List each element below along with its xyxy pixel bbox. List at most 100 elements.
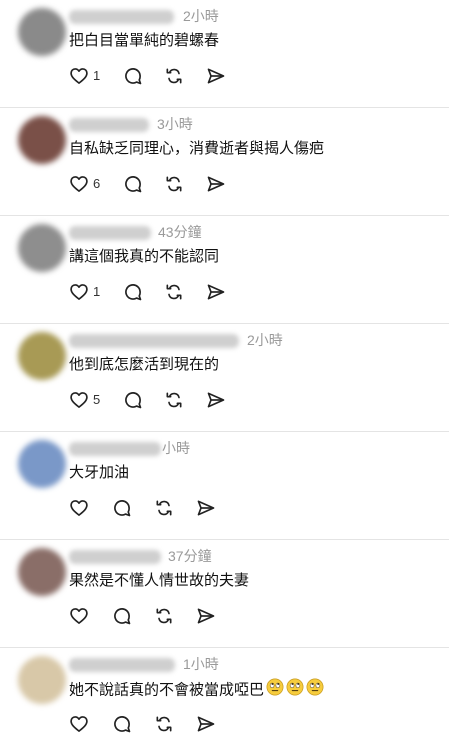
repost-icon bbox=[156, 716, 172, 732]
comment-bubble-icon bbox=[125, 284, 142, 301]
timestamp: 3小時 bbox=[157, 116, 193, 132]
repost-icon bbox=[156, 608, 172, 624]
comment-item: 1小時 她不說話真的不會被當成啞巴 bbox=[0, 648, 449, 756]
comment-item: 2小時 把白目當單純的碧螺春 1 bbox=[0, 0, 449, 108]
eye-roll-emoji bbox=[306, 678, 324, 703]
heart-icon bbox=[70, 68, 88, 84]
comment-bubble-icon bbox=[114, 716, 131, 733]
repost-button[interactable] bbox=[164, 388, 184, 412]
reply-button[interactable] bbox=[112, 604, 132, 628]
share-button[interactable] bbox=[196, 712, 216, 736]
avatar[interactable] bbox=[18, 8, 66, 56]
username-blurred[interactable] bbox=[69, 118, 149, 132]
avatar[interactable] bbox=[18, 116, 66, 164]
repost-icon bbox=[166, 392, 182, 408]
like-button[interactable]: 1 bbox=[69, 280, 100, 304]
comment-item: 小時 大牙加油 bbox=[0, 432, 449, 540]
like-count: 5 bbox=[93, 392, 101, 407]
username-blurred[interactable] bbox=[69, 334, 239, 348]
repost-icon bbox=[166, 68, 182, 84]
comment-item: 37分鐘 果然是不懂人情世故的夫妻 bbox=[0, 540, 449, 648]
share-button[interactable] bbox=[206, 172, 226, 196]
username-blurred[interactable] bbox=[69, 226, 151, 240]
comment-item: 2小時 他到底怎麼活到現在的 5 bbox=[0, 324, 449, 432]
comment-item: 3小時 自私缺乏同理心，消費逝者與揭人傷疤 6 bbox=[0, 108, 449, 216]
share-button[interactable] bbox=[196, 496, 216, 520]
comment-text: 自私缺乏同理心，消費逝者與揭人傷疤 bbox=[69, 140, 325, 157]
repost-button[interactable] bbox=[164, 64, 184, 88]
send-icon bbox=[207, 392, 225, 408]
like-count: 6 bbox=[93, 176, 101, 191]
comment-text: 他到底怎麼活到現在的 bbox=[69, 356, 220, 373]
like-button[interactable]: 1 bbox=[69, 64, 100, 88]
username-blurred[interactable] bbox=[69, 658, 175, 672]
heart-icon bbox=[70, 284, 88, 300]
like-button[interactable] bbox=[69, 604, 93, 628]
avatar[interactable] bbox=[18, 224, 66, 272]
reply-button[interactable] bbox=[123, 388, 143, 412]
timestamp: 37分鐘 bbox=[168, 548, 212, 564]
send-icon bbox=[207, 68, 225, 84]
heart-icon bbox=[70, 716, 88, 732]
repost-button[interactable] bbox=[164, 280, 184, 304]
share-button[interactable] bbox=[196, 604, 216, 628]
reply-button[interactable] bbox=[112, 496, 132, 520]
comment-feed: 2小時 把白目當單純的碧螺春 1 3小時 自私缺乏同理心，消費逝者與揭人傷疤 6… bbox=[0, 0, 449, 750]
timestamp: 2小時 bbox=[247, 332, 283, 348]
repost-icon bbox=[166, 176, 182, 192]
comment-bubble-icon bbox=[114, 500, 131, 517]
repost-button[interactable] bbox=[154, 496, 174, 520]
avatar[interactable] bbox=[18, 332, 66, 380]
timestamp: 小時 bbox=[162, 440, 190, 456]
like-button[interactable] bbox=[69, 496, 93, 520]
reply-button[interactable] bbox=[123, 172, 143, 196]
like-count: 1 bbox=[93, 68, 101, 83]
reply-button[interactable] bbox=[123, 64, 143, 88]
heart-icon bbox=[70, 500, 88, 516]
heart-icon bbox=[70, 608, 88, 624]
heart-icon bbox=[70, 392, 88, 408]
timestamp: 2小時 bbox=[183, 8, 219, 24]
like-button[interactable]: 6 bbox=[69, 172, 100, 196]
avatar[interactable] bbox=[18, 548, 66, 596]
comment-text: 把白目當單純的碧螺春 bbox=[69, 32, 220, 49]
like-count: 1 bbox=[93, 284, 101, 299]
comment-text-body: 她不說話真的不會被當成啞巴 bbox=[69, 681, 265, 699]
send-icon bbox=[207, 284, 225, 300]
comment-text: 她不說話真的不會被當成啞巴 bbox=[69, 678, 324, 703]
send-icon bbox=[197, 500, 215, 516]
avatar[interactable] bbox=[18, 656, 66, 704]
share-button[interactable] bbox=[206, 280, 226, 304]
reply-button[interactable] bbox=[123, 280, 143, 304]
share-button[interactable] bbox=[206, 388, 226, 412]
avatar[interactable] bbox=[18, 440, 66, 488]
send-icon bbox=[197, 716, 215, 732]
reply-button[interactable] bbox=[112, 712, 132, 736]
comment-bubble-icon bbox=[125, 392, 142, 409]
comment-item: 43分鐘 講這個我真的不能認同 1 bbox=[0, 216, 449, 324]
comment-text: 講這個我真的不能認同 bbox=[69, 248, 220, 265]
comment-text: 果然是不懂人情世故的夫妻 bbox=[69, 572, 250, 589]
like-button[interactable] bbox=[69, 712, 93, 736]
comment-bubble-icon bbox=[125, 68, 142, 85]
repost-button[interactable] bbox=[154, 604, 174, 628]
timestamp: 1小時 bbox=[183, 656, 219, 672]
comment-bubble-icon bbox=[125, 176, 142, 193]
username-blurred[interactable] bbox=[69, 10, 174, 24]
eye-roll-emoji bbox=[266, 678, 284, 703]
like-button[interactable]: 5 bbox=[69, 388, 100, 412]
username-blurred[interactable] bbox=[69, 442, 161, 456]
share-button[interactable] bbox=[206, 64, 226, 88]
repost-button[interactable] bbox=[154, 712, 174, 736]
heart-icon bbox=[70, 176, 88, 192]
repost-button[interactable] bbox=[164, 172, 184, 196]
comment-text: 大牙加油 bbox=[69, 464, 130, 481]
timestamp: 43分鐘 bbox=[158, 224, 202, 240]
send-icon bbox=[197, 608, 215, 624]
comment-bubble-icon bbox=[114, 608, 131, 625]
eye-roll-emoji bbox=[286, 678, 304, 703]
send-icon bbox=[207, 176, 225, 192]
username-blurred[interactable] bbox=[69, 550, 161, 564]
repost-icon bbox=[156, 500, 172, 516]
repost-icon bbox=[166, 284, 182, 300]
